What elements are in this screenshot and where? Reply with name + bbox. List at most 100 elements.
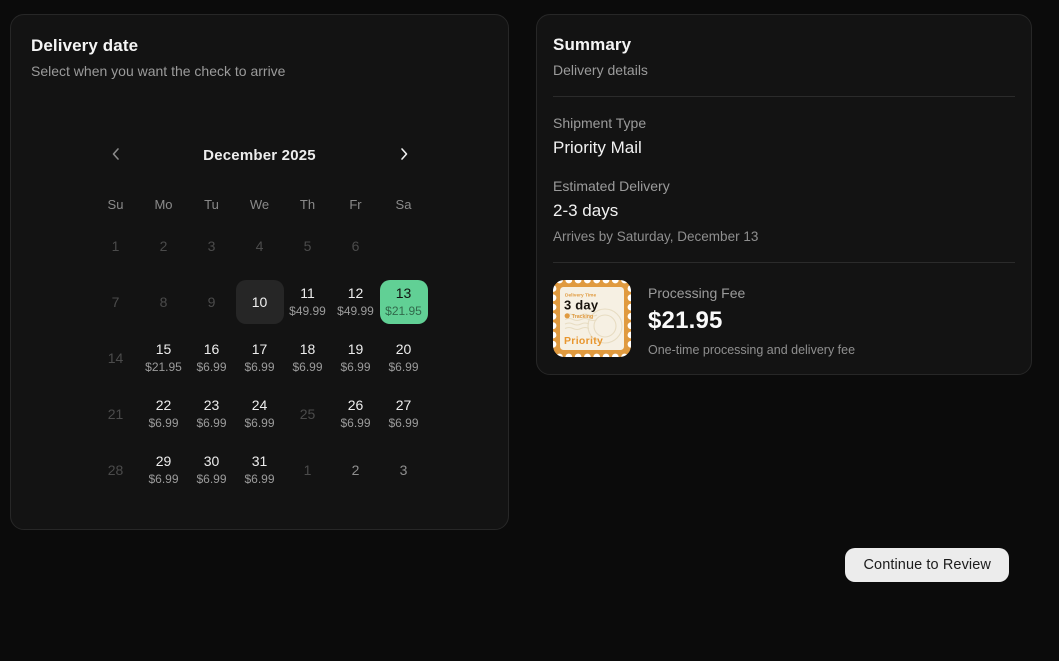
day-number: 14 xyxy=(108,349,124,367)
calendar-day-13[interactable]: 13$21.95 xyxy=(380,274,428,330)
day-price: $21.95 xyxy=(145,358,182,376)
day-number: 25 xyxy=(300,405,316,423)
calendar-empty-cell xyxy=(380,218,428,274)
calendar-day-8: 8 xyxy=(140,274,188,330)
calendar-day-15[interactable]: 15$21.95 xyxy=(140,330,188,386)
weekday-label-tu: Tu xyxy=(188,195,236,213)
calendar-day-21: 21 xyxy=(92,386,140,442)
day-price: $6.99 xyxy=(196,358,226,376)
calendar-day-9: 9 xyxy=(188,274,236,330)
day-price: $6.99 xyxy=(388,414,418,432)
day-price: $49.99 xyxy=(289,302,326,320)
day-number: 18 xyxy=(300,340,316,358)
day-number: 13 xyxy=(396,284,412,302)
calendar-day-24[interactable]: 24$6.99 xyxy=(236,386,284,442)
chevron-right-icon xyxy=(397,147,411,164)
calendar-day-4: 4 xyxy=(236,218,284,274)
day-number: 22 xyxy=(156,396,172,414)
day-number: 11 xyxy=(300,284,315,302)
day-number: 1 xyxy=(112,237,120,255)
day-price: $6.99 xyxy=(340,414,370,432)
calendar-day-31[interactable]: 31$6.99 xyxy=(236,442,284,498)
calendar-day-19[interactable]: 19$6.99 xyxy=(332,330,380,386)
weekday-label-th: Th xyxy=(284,195,332,213)
day-number: 27 xyxy=(396,396,412,414)
stamp-tracking-icon xyxy=(565,313,570,318)
calendar-day-25: 25 xyxy=(284,386,332,442)
calendar-day-18[interactable]: 18$6.99 xyxy=(284,330,332,386)
day-number: 4 xyxy=(256,237,264,255)
calendar-day-26[interactable]: 26$6.99 xyxy=(332,386,380,442)
day-price: $6.99 xyxy=(244,470,274,488)
summary-subtitle: Delivery details xyxy=(553,60,1015,80)
summary-card: Summary Delivery details Shipment Type P… xyxy=(536,14,1032,375)
estimated-delivery-value: 2-3 days xyxy=(553,199,1015,223)
day-number: 2 xyxy=(160,237,168,255)
calendar-day-3: 3 xyxy=(380,442,428,498)
day-number: 16 xyxy=(204,340,220,358)
calendar-grid: 1234567891011$49.9912$49.9913$21.951415$… xyxy=(92,218,428,498)
calendar-day-29[interactable]: 29$6.99 xyxy=(140,442,188,498)
day-number: 8 xyxy=(160,293,168,311)
calendar-day-20[interactable]: 20$6.99 xyxy=(380,330,428,386)
continue-to-review-button[interactable]: Continue to Review xyxy=(845,548,1009,582)
day-price: $6.99 xyxy=(244,414,274,432)
day-price: $6.99 xyxy=(340,358,370,376)
day-number: 31 xyxy=(252,452,268,470)
day-number: 9 xyxy=(208,293,216,311)
day-number: 3 xyxy=(208,237,216,255)
calendar-day-7: 7 xyxy=(92,274,140,330)
estimated-delivery-label: Estimated Delivery xyxy=(553,176,1015,196)
calendar-day-14: 14 xyxy=(92,330,140,386)
delivery-date-card: Delivery date Select when you want the c… xyxy=(10,14,509,530)
calendar-next-month-button[interactable] xyxy=(390,141,418,169)
day-number: 21 xyxy=(108,405,124,423)
weekday-label-fr: Fr xyxy=(332,195,380,213)
day-number: 24 xyxy=(252,396,268,414)
calendar-day-11[interactable]: 11$49.99 xyxy=(284,274,332,330)
calendar-day-22[interactable]: 22$6.99 xyxy=(140,386,188,442)
day-number: 17 xyxy=(252,340,268,358)
summary-divider-bottom xyxy=(553,262,1015,263)
calendar-month-label: December 2025 xyxy=(203,147,316,164)
calendar-day-17[interactable]: 17$6.99 xyxy=(236,330,284,386)
calendar-day-6: 6 xyxy=(332,218,380,274)
processing-fee-row: Delivery Time 3 day Tracking Priority Pr… xyxy=(553,280,1015,362)
delivery-card-subtitle: Select when you want the check to arrive xyxy=(31,61,488,81)
day-number: 5 xyxy=(304,237,312,255)
day-number: 2 xyxy=(352,461,360,479)
day-number: 30 xyxy=(204,452,220,470)
calendar-prev-month-button[interactable] xyxy=(102,141,130,169)
day-number: 3 xyxy=(400,461,408,479)
stamp-duration-text: 3 day xyxy=(564,298,599,313)
day-number: 28 xyxy=(108,461,124,479)
calendar-day-23[interactable]: 23$6.99 xyxy=(188,386,236,442)
day-number: 20 xyxy=(396,340,412,358)
day-price: $6.99 xyxy=(196,414,226,432)
calendar-day-2: 2 xyxy=(140,218,188,274)
calendar-day-5: 5 xyxy=(284,218,332,274)
processing-fee-amount: $21.95 xyxy=(648,306,855,336)
shipment-type-label: Shipment Type xyxy=(553,113,1015,133)
calendar-day-27[interactable]: 27$6.99 xyxy=(380,386,428,442)
weekday-label-we: We xyxy=(236,195,284,213)
calendar-day-1: 1 xyxy=(92,218,140,274)
processing-fee-description: One-time processing and delivery fee xyxy=(648,341,855,359)
day-price: $6.99 xyxy=(148,414,178,432)
day-price: $6.99 xyxy=(388,358,418,376)
day-number: 26 xyxy=(348,396,364,414)
calendar-day-16[interactable]: 16$6.99 xyxy=(188,330,236,386)
calendar: December 2025 SuMoTuWeThFrSa 12345678910… xyxy=(92,141,428,498)
priority-stamp-image: Delivery Time 3 day Tracking Priority xyxy=(553,280,631,362)
day-number: 19 xyxy=(348,340,364,358)
day-price: $21.95 xyxy=(385,302,422,320)
calendar-day-30[interactable]: 30$6.99 xyxy=(188,442,236,498)
day-price: $6.99 xyxy=(244,358,274,376)
day-number: 7 xyxy=(112,293,120,311)
stamp-service-class-label: Priority xyxy=(564,335,603,347)
delivery-card-title: Delivery date xyxy=(31,35,488,57)
summary-divider-top xyxy=(553,96,1015,97)
calendar-day-12[interactable]: 12$49.99 xyxy=(332,274,380,330)
weekday-label-sa: Sa xyxy=(380,195,428,213)
day-number: 10 xyxy=(252,293,268,311)
